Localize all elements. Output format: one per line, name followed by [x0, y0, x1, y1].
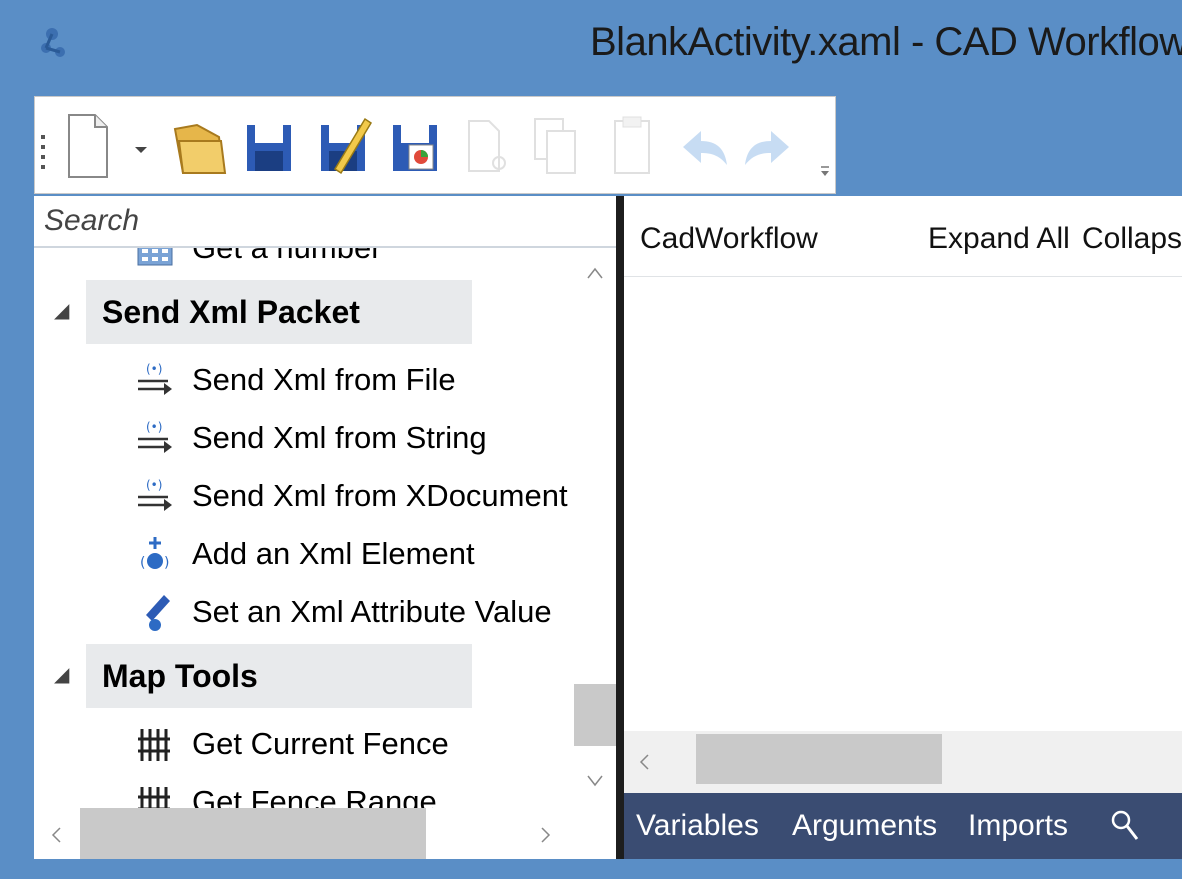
tab-arguments[interactable]: Arguments	[792, 809, 937, 843]
category-map-tools[interactable]: Map Tools	[86, 644, 472, 708]
toolbox-vertical-scroll-thumb[interactable]	[574, 684, 616, 746]
xml-edit-icon	[146, 595, 170, 631]
toolbox-tree: Get a number ◢ Send Xml Packet (•) Send …	[34, 248, 574, 808]
tree-item-get-a-number[interactable]: Get a number	[134, 248, 382, 274]
xml-add-icon: ( )	[140, 537, 169, 571]
scroll-left-icon[interactable]	[638, 753, 650, 771]
xml-send-icon: (•)	[138, 362, 172, 395]
tree-item-get-current-fence[interactable]: Get Current Fence	[134, 718, 449, 770]
save-as-icon[interactable]	[315, 111, 375, 181]
tab-imports[interactable]: Imports	[968, 809, 1068, 843]
collapse-triangle-icon[interactable]: ◢	[54, 662, 69, 687]
tree-item-set-an-xml-attribute-value[interactable]: Set an Xml Attribute Value	[134, 586, 552, 638]
toolbar	[34, 96, 836, 194]
tree-item-get-fence-range[interactable]: Get Fence Range	[134, 776, 437, 808]
magnifier-icon[interactable]	[1110, 809, 1140, 843]
open-folder-icon[interactable]	[169, 111, 229, 181]
undo-icon[interactable]	[673, 111, 733, 181]
tree-item-add-an-xml-element[interactable]: ( ) Add an Xml Element	[134, 528, 475, 580]
dropdown-arrow-icon[interactable]	[131, 111, 151, 181]
scroll-right-icon[interactable]	[540, 826, 552, 844]
paste-icon[interactable]	[607, 111, 663, 181]
category-label: Send Xml Packet	[102, 293, 360, 330]
svg-text:(•): (•)	[146, 362, 162, 376]
new-document-icon[interactable]	[65, 111, 111, 181]
toolbox-panel: Get a number ◢ Send Xml Packet (•) Send …	[34, 196, 616, 859]
tree-item-label: Send Xml from XDocument	[192, 478, 568, 513]
tree-item-send-xml-from-file[interactable]: (•) Send Xml from File	[134, 354, 456, 406]
scroll-up-icon[interactable]	[586, 266, 604, 280]
window-title: BlankActivity.xaml - CAD Workflow	[590, 20, 1182, 64]
toolbar-gripper[interactable]	[41, 135, 45, 171]
designer-horizontal-scroll-thumb[interactable]	[696, 734, 942, 784]
tree-item-send-xml-from-string[interactable]: (•) Send Xml from String	[134, 412, 487, 464]
tree-item-label: Get Fence Range	[192, 784, 437, 808]
cut-icon[interactable]	[459, 111, 515, 181]
tree-item-label: Send Xml from File	[192, 362, 456, 397]
save-icon[interactable]	[241, 111, 297, 181]
fence-icon	[138, 787, 170, 808]
svg-text:(•): (•)	[146, 478, 162, 492]
designer-bottom-tabs: Variables Arguments Imports	[624, 793, 1182, 859]
workflow-design-surface[interactable]	[624, 277, 1182, 731]
svg-text:(•): (•)	[146, 420, 162, 434]
breadcrumb[interactable]: CadWorkflow	[640, 222, 818, 256]
svg-text:(: (	[140, 555, 145, 571]
redo-icon[interactable]	[739, 111, 799, 181]
tree-item-label: Get a number	[192, 248, 382, 266]
category-label: Map Tools	[102, 657, 258, 694]
tree-item-send-xml-from-xdocument[interactable]: (•) Send Xml from XDocument	[134, 470, 568, 522]
toolbar-overflow-icon[interactable]	[819, 163, 831, 179]
tree-item-label: Add an Xml Element	[192, 536, 475, 571]
tree-item-label: Get Current Fence	[192, 726, 449, 761]
collapse-triangle-icon[interactable]: ◢	[54, 298, 69, 323]
tree-item-label: Send Xml from String	[192, 420, 487, 455]
toolbox-horizontal-scroll-thumb[interactable]	[80, 808, 426, 859]
scroll-left-icon[interactable]	[50, 826, 62, 844]
scroll-down-icon[interactable]	[586, 774, 604, 788]
designer-panel: CadWorkflow Expand All Collapse All Vari…	[624, 196, 1182, 859]
toolbox-search-input[interactable]	[34, 196, 616, 248]
save-all-icon[interactable]	[387, 111, 443, 181]
svg-text:): )	[164, 555, 169, 571]
tab-variables[interactable]: Variables	[636, 809, 759, 843]
expand-all-link[interactable]: Expand All	[928, 222, 1070, 256]
panel-splitter[interactable]	[616, 196, 624, 859]
collapse-all-link[interactable]: Collapse All	[1082, 222, 1182, 256]
category-send-xml-packet[interactable]: Send Xml Packet	[86, 280, 472, 344]
copy-icon[interactable]	[527, 111, 583, 181]
window-bottom-border	[0, 859, 1182, 879]
app-icon	[41, 28, 65, 57]
number-icon	[137, 248, 173, 266]
designer-breadcrumb-bar: CadWorkflow Expand All Collapse All	[624, 196, 1182, 277]
tree-item-label: Set an Xml Attribute Value	[192, 594, 552, 629]
xml-send-icon: (•)	[138, 478, 172, 511]
fence-icon	[138, 729, 170, 761]
xml-send-icon: (•)	[138, 420, 172, 453]
